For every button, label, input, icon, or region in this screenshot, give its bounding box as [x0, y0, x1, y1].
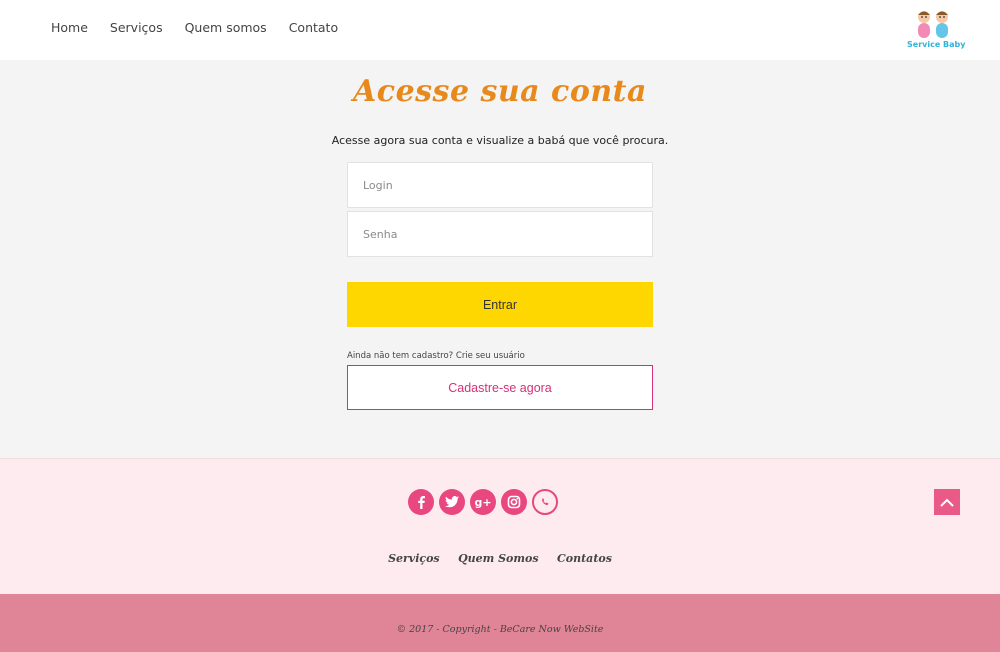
- nav-quem-somos[interactable]: Quem somos: [185, 20, 267, 35]
- senha-input[interactable]: [347, 211, 653, 257]
- twitter-icon[interactable]: [439, 489, 465, 515]
- top-header: Home Serviços Quem somos Contato Service…: [0, 0, 1000, 60]
- baby-logo-icon: [918, 11, 948, 38]
- entrar-button[interactable]: Entrar: [347, 282, 653, 327]
- cadastre-button[interactable]: Cadastre-se agora: [347, 365, 653, 410]
- whatsapp-icon[interactable]: [532, 489, 558, 515]
- login-input[interactable]: [347, 162, 653, 208]
- social-icons: g+: [408, 489, 558, 515]
- footer-links: Serviços Quem Somos Contatos: [0, 549, 1000, 567]
- signup-hint: Ainda não tem cadastro? Crie seu usuário: [347, 351, 525, 361]
- logo[interactable]: Service Baby: [903, 8, 966, 54]
- back-to-top-button[interactable]: [934, 489, 960, 515]
- main-nav: Home Serviços Quem somos Contato: [51, 20, 360, 35]
- footer-link-servicos[interactable]: Serviços: [388, 552, 440, 565]
- logo-text: Service Baby: [907, 40, 966, 49]
- nav-servicos[interactable]: Serviços: [110, 20, 163, 35]
- page-subtitle: Acesse agora sua conta e visualize a bab…: [331, 134, 669, 147]
- chevron-up-icon: [940, 498, 954, 507]
- google-plus-icon[interactable]: g+: [470, 489, 496, 515]
- nav-contato[interactable]: Contato: [289, 20, 338, 35]
- copyright-bar: © 2017 - Copyright - BeCare Now WebSite: [0, 594, 1000, 652]
- instagram-icon[interactable]: [501, 489, 527, 515]
- footer-link-contatos[interactable]: Contatos: [557, 552, 612, 565]
- copyright-text: © 2017 - Copyright - BeCare Now WebSite: [396, 624, 604, 635]
- page-title: Acesse sua conta: [353, 74, 647, 109]
- facebook-icon[interactable]: [408, 489, 434, 515]
- footer: g+ Serviços Quem Somos Contatos: [0, 458, 1000, 594]
- nav-home[interactable]: Home: [51, 20, 88, 35]
- footer-link-quem-somos[interactable]: Quem Somos: [458, 552, 539, 565]
